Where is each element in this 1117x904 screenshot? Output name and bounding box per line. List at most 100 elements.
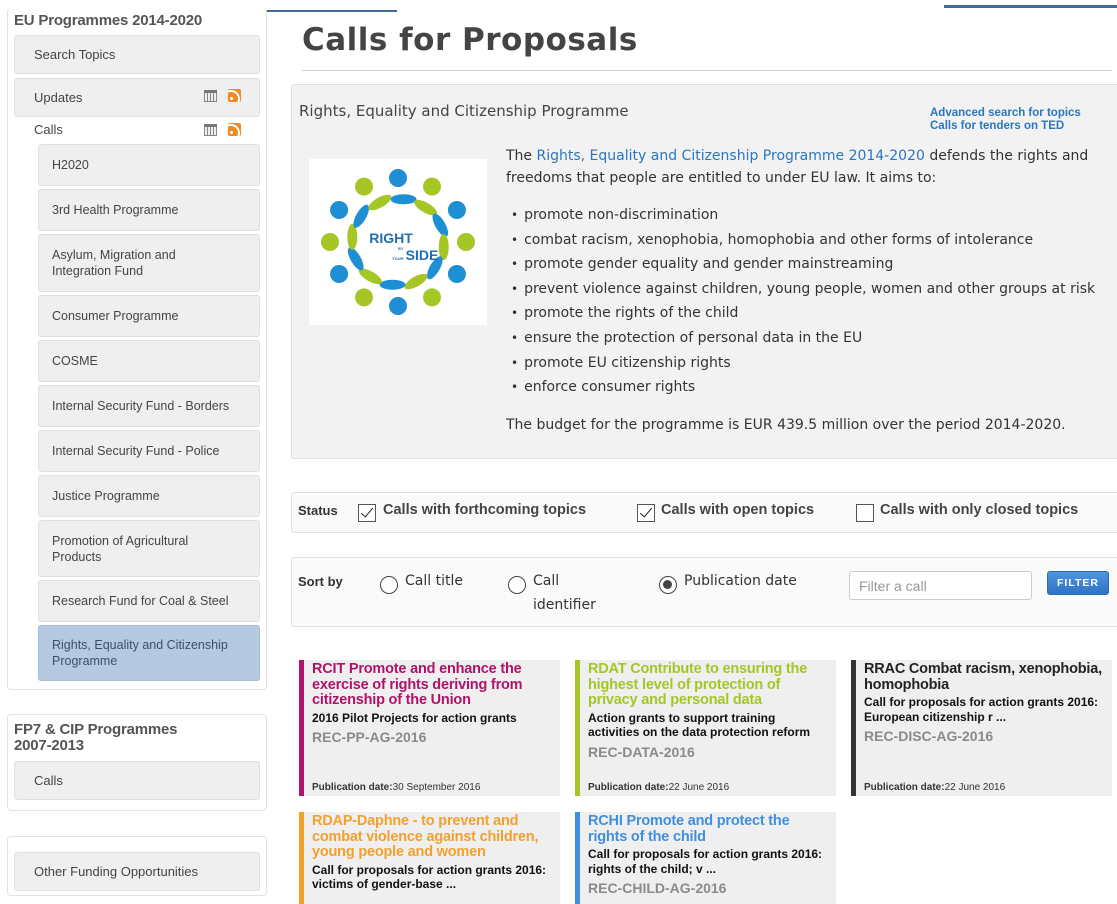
call-card[interactable]: RDAT Contribute to ensuring the highest … (575, 660, 836, 796)
sidebar-item-asylum-migration-integration-fund[interactable]: Asylum, Migration and Integration Fund (38, 234, 260, 292)
programme-description: The Rights, Equality and Citizenship Pro… (506, 145, 1106, 189)
sidebar-item-promotion-agricultural-products[interactable]: Promotion of Agricultural Products (38, 520, 260, 577)
sidebar-item-label: Promotion of Agricultural Products (52, 533, 189, 564)
checkbox-forthcoming[interactable] (358, 504, 376, 522)
sidebar-item-internal-security-fund-borders[interactable]: Internal Security Fund - Borders (38, 385, 260, 427)
logo-figure-arm (390, 194, 417, 205)
sidebar-item-label: Research Fund for Coal & Steel (52, 594, 229, 608)
sidebar-item-label: Rights, Equality and Citizenship Program… (52, 638, 228, 668)
date-label: Publication date: (864, 782, 945, 793)
call-card[interactable]: RCIT Promote and enhance the exercise of… (299, 660, 560, 796)
list-item: promote non-discrimination (511, 203, 1095, 228)
logo-figure-head (355, 177, 373, 196)
sort-option-label-line2[interactable]: identifier (533, 597, 596, 613)
call-card-identifier: REC-DISC-AG-2016 (864, 728, 994, 744)
logo-text-side: SIDE (406, 247, 439, 263)
sidebar-item-label: Internal Security Fund - Borders (52, 399, 230, 413)
call-card-identifier: REC-PP-AG-2016 (312, 729, 427, 745)
programme-link[interactable]: Rights, Equality and Citizenship Program… (537, 148, 925, 164)
sidebar-item-other-funding[interactable]: Other Funding Opportunities (14, 852, 260, 891)
sidebar-item-calls[interactable]: Calls (34, 122, 63, 137)
rss-icon[interactable] (228, 89, 241, 102)
date-value: 22 June 2016 (944, 782, 1006, 793)
programme-name: Rights, Equality and Citizenship Program… (299, 102, 629, 120)
radio-publication-date[interactable] (659, 576, 677, 594)
sidebar-item-fp7-calls[interactable]: Calls (14, 761, 260, 800)
sidebar-item-updates[interactable]: Updates (14, 78, 260, 117)
filter-call-input[interactable] (849, 571, 1032, 600)
tenders-ted-link[interactable]: Calls for tenders on TED (930, 120, 1081, 133)
filter-button[interactable]: FILTER (1047, 571, 1109, 595)
list-item: enforce consumer rights (511, 375, 1095, 400)
logo-figure-arm (379, 279, 406, 290)
sidebar-item-search-topics[interactable]: Search Topics (14, 35, 260, 74)
sidebar-item-rights-equality-citizenship[interactable]: Rights, Equality and Citizenship Program… (38, 625, 260, 681)
list-item: promote gender equality and gender mains… (511, 252, 1095, 277)
radio-call-identifier[interactable] (508, 576, 526, 594)
logo-text-your: YOUR (392, 256, 404, 261)
sidebar-item-consumer-programme[interactable]: Consumer Programme (38, 295, 260, 337)
logo-figure-arm (368, 194, 392, 211)
logo-figure-head (423, 288, 441, 307)
logo-figure-head (330, 201, 349, 219)
sidebar-item-research-fund-coal-steel[interactable]: Research Fund for Coal & Steel (38, 580, 260, 622)
call-card-date: Publication date:30 September 2016 (312, 782, 480, 793)
sort-label: Sort by (298, 574, 343, 589)
call-card-title: RDAT Contribute to ensuring the highest … (588, 661, 808, 708)
status-option-label[interactable]: Calls with open topics (661, 502, 814, 518)
sidebar-item-cosme[interactable]: COSME (38, 340, 260, 382)
sidebar-item-label: Internal Security Fund - Police (52, 444, 220, 458)
logo-figure-head (389, 169, 407, 187)
description-prefix: The (506, 148, 537, 164)
sidebar-item-label: 3rd Health Programme (52, 203, 179, 217)
call-card-subtitle: 2016 Pilot Projects for action grants (312, 710, 517, 725)
sort-option-label[interactable]: Publication date (684, 573, 797, 589)
sidebar-item-label: Asylum, Migration and Integration Fund (52, 248, 176, 278)
status-label: Status (298, 503, 338, 518)
logo-figure-head (423, 177, 441, 196)
date-value: 30 September 2016 (392, 782, 481, 793)
sidebar-item-internal-security-fund-police[interactable]: Internal Security Fund - Police (38, 430, 260, 472)
sidebar-item-h2020[interactable]: H2020 (38, 144, 260, 186)
sort-option-label[interactable]: Call title (405, 573, 463, 589)
sidebar-item-label: Consumer Programme (52, 309, 179, 323)
sidebar-item-3rd-health-programme[interactable]: 3rd Health Programme (38, 189, 260, 231)
logo-figure-arm (347, 223, 358, 250)
call-card[interactable]: RDAP-Daphne - to prevent and combat viol… (299, 812, 560, 904)
call-card-subtitle: Call for proposals for action grants 201… (588, 847, 823, 876)
sidebar-item-label: Other Funding Opportunities (34, 864, 199, 879)
logo-figure-head (457, 233, 475, 251)
call-card-date: Publication date:22 June 2016 (588, 782, 729, 793)
status-option-label[interactable]: Calls with forthcoming topics (383, 502, 586, 518)
advanced-search-link[interactable]: Advanced search for topics (930, 107, 1081, 120)
sidebar-section-title: EU Programmes 2014-2020 (14, 12, 203, 29)
sort-option-label[interactable]: Call (533, 573, 559, 589)
status-option-label[interactable]: Calls with only closed topics (880, 502, 1078, 518)
checkbox-closed[interactable] (856, 504, 874, 522)
logo-text-by: BY (398, 246, 404, 251)
calendar-icon[interactable] (204, 90, 217, 102)
calendar-icon[interactable] (204, 124, 217, 136)
date-label: Publication date: (588, 782, 669, 793)
sidebar-item-label: Updates (34, 90, 83, 105)
sidebar-item-justice-programme[interactable]: Justice Programme (38, 475, 260, 517)
sidebar-item-label: Search Topics (34, 47, 116, 62)
list-item: ensure the protection of personal data i… (511, 326, 1095, 351)
call-card[interactable]: RCHI Promote and protect the rights of t… (575, 812, 836, 904)
rss-icon[interactable] (228, 123, 241, 136)
list-item: prevent violence against children, young… (511, 277, 1095, 302)
page-title: Calls for Proposals (302, 22, 638, 58)
call-card-title: RCIT Promote and enhance the exercise of… (312, 661, 523, 708)
call-card-subtitle: Call for proposals for action grants 201… (864, 695, 1099, 724)
right-by-your-side-logo: RIGHT BY YOUR SIDE (321, 169, 475, 315)
logo-figure-head (321, 233, 339, 251)
date-label: Publication date: (312, 782, 393, 793)
logo-figure-head (355, 288, 373, 307)
checkbox-open[interactable] (637, 504, 655, 522)
date-value: 22 June 2016 (668, 782, 730, 793)
radio-call-title[interactable] (380, 576, 398, 594)
call-card[interactable]: RRAC Combat racism, xenophobia, homophob… (851, 660, 1112, 796)
logo-figure-head (447, 201, 466, 219)
logo-figure-head (447, 265, 466, 283)
logo-figure-arm (404, 273, 428, 290)
